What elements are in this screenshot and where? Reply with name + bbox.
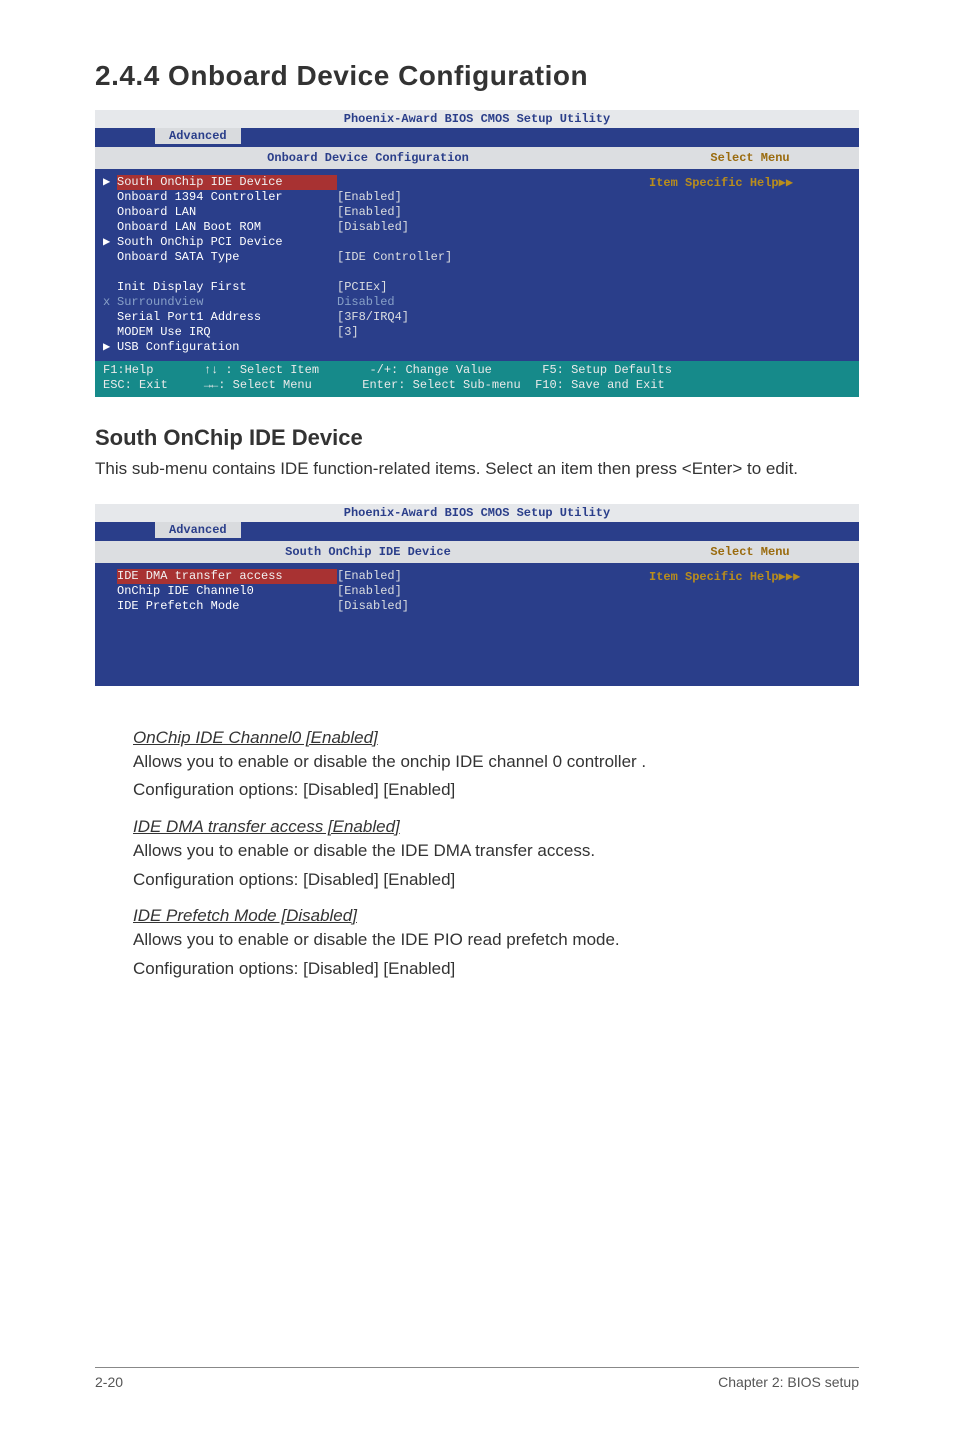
bios-item-value: [Enabled] [337,205,402,220]
bios-item-value: [Enabled] [337,584,402,599]
bios-menu-item[interactable]: MODEM Use IRQ[3] [103,325,641,340]
bios-left-body: ▶South OnChip IDE Device Onboard 1394 Co… [95,169,641,361]
bios-menu-item[interactable]: IDE DMA transfer access[Enabled] [103,569,641,584]
bios-item-value: [Enabled] [337,569,402,584]
bios-item-value: [3F8/IRQ4] [337,310,409,325]
bios-menu-item[interactable] [103,265,641,280]
bios-help-label-2: Item Specific Help [649,570,779,584]
bios-item-value: [Disabled] [337,220,409,235]
bios-mark-icon [103,325,117,340]
bios-item-label: Surroundview [117,295,337,310]
item-ide-prefetch-desc: Allows you to enable or disable the IDE … [133,928,859,953]
bios-item-value: [3] [337,325,359,340]
section-title: 2.4.4 Onboard Device Configuration [95,60,859,92]
config-items-block: OnChip IDE Channel0 [Enabled] Allows you… [133,728,859,982]
bios-mark-icon [103,250,117,265]
bios-tab-advanced-2[interactable]: Advanced [155,522,241,538]
bios-left-header: Onboard Device Configuration [95,147,641,169]
page-number: 2-20 [95,1374,123,1390]
bios-menu-item[interactable]: Onboard 1394 Controller[Enabled] [103,190,641,205]
bios-mark-icon: ▶ [103,175,117,190]
bios-right-header: Select Menu [641,147,859,169]
bios-mark-icon [103,220,117,235]
bios-panel-south-onchip: Phoenix-Award BIOS CMOS Setup Utility Ad… [95,504,859,686]
bios-panel-onboard-device: Phoenix-Award BIOS CMOS Setup Utility Ad… [95,110,859,397]
bios-item-label: USB Configuration [117,340,337,355]
bios-right-header-2: Select Menu [641,541,859,563]
bios-menu-item[interactable]: ▶South OnChip PCI Device [103,235,641,250]
bios-footer-line1: F1:Help ↑↓ : Select Item -/+: Change Val… [103,363,672,377]
item-ide-prefetch-opts: Configuration options: [Disabled] [Enabl… [133,957,859,982]
bios-item-label: South OnChip IDE Device [117,175,337,190]
bios-menu-item[interactable]: Onboard SATA Type[IDE Controller] [103,250,641,265]
bios-tabbar-2: Advanced [95,522,859,540]
bios-item-label: OnChip IDE Channel0 [117,584,337,599]
bios-item-label: MODEM Use IRQ [117,325,337,340]
bios-menu-item[interactable]: OnChip IDE Channel0[Enabled] [103,584,641,599]
item-ide-dma-desc: Allows you to enable or disable the IDE … [133,839,859,864]
bios-menu-item[interactable]: Onboard LAN[Enabled] [103,205,641,220]
item-onchip-channel0-desc: Allows you to enable or disable the onch… [133,750,859,775]
bios-menu-item[interactable]: Onboard LAN Boot ROM[Disabled] [103,220,641,235]
bios-menu-item[interactable]: IDE Prefetch Mode[Disabled] [103,599,641,614]
bios-title-2: Phoenix-Award BIOS CMOS Setup Utility [95,504,859,522]
bios-tabbar: Advanced [95,128,859,146]
bios-item-label: Init Display First [117,280,337,295]
bios-mark-icon: ▶ [103,235,117,250]
bios-item-value: [IDE Controller] [337,250,452,265]
bios-mark-icon [103,205,117,220]
south-onchip-desc: This sub-menu contains IDE function-rela… [95,457,859,482]
bios-item-label: IDE DMA transfer access [117,569,337,584]
bios-item-label: South OnChip PCI Device [117,235,337,250]
bios-left-body-2: IDE DMA transfer access[Enabled] OnChip … [95,563,641,683]
bios-tab-advanced[interactable]: Advanced [155,128,241,144]
item-onchip-channel0-title: OnChip IDE Channel0 [Enabled] [133,728,859,748]
bios-item-value: Disabled [337,295,395,310]
bios-item-value: [Enabled] [337,190,402,205]
page-footer: 2-20 Chapter 2: BIOS setup [95,1367,859,1390]
item-onchip-channel0-opts: Configuration options: [Disabled] [Enabl… [133,778,859,803]
bios-menu-item[interactable]: ▶USB Configuration [103,340,641,355]
bios-mark-icon [103,584,117,599]
bios-item-value: [PCIEx] [337,280,387,295]
bios-help-text-2: Item Specific Help▶▶▶ [641,563,859,590]
bios-footer: F1:Help ↑↓ : Select Item -/+: Change Val… [95,361,859,397]
bios-menu-item[interactable]: Init Display First[PCIEx] [103,280,641,295]
bios-item-label: Onboard 1394 Controller [117,190,337,205]
bios-item-label: Serial Port1 Address [117,310,337,325]
bios-footer-line2: ESC: Exit →←: Select Menu Enter: Select … [103,378,665,392]
item-ide-dma-opts: Configuration options: [Disabled] [Enabl… [133,868,859,893]
bios-item-label: IDE Prefetch Mode [117,599,337,614]
bios-mark-icon: x [103,295,117,310]
bios-mark-icon [103,280,117,295]
bios-help-label: Item Specific Help [649,176,779,190]
bios-item-label: Onboard LAN [117,205,337,220]
bios-left-header-2: South OnChip IDE Device [95,541,641,563]
bios-menu-item[interactable]: xSurroundviewDisabled [103,295,641,310]
south-onchip-title: South OnChip IDE Device [95,425,859,451]
bios-help-text: Item Specific Help▶▶ [641,169,859,196]
bios-mark-icon [103,599,117,614]
bios-mark-icon [103,265,117,280]
item-ide-dma-title: IDE DMA transfer access [Enabled] [133,817,859,837]
bios-mark-icon: ▶ [103,340,117,355]
bios-menu-item[interactable]: Serial Port1 Address[3F8/IRQ4] [103,310,641,325]
bios-item-value: [Disabled] [337,599,409,614]
bios-mark-icon [103,569,117,584]
bios-item-label: Onboard SATA Type [117,250,337,265]
help-arrow-icon-2: ▶▶▶ [779,570,801,584]
bios-mark-icon [103,310,117,325]
bios-menu-item[interactable]: ▶South OnChip IDE Device [103,175,641,190]
item-ide-prefetch-title: IDE Prefetch Mode [Disabled] [133,906,859,926]
bios-mark-icon [103,190,117,205]
bios-title: Phoenix-Award BIOS CMOS Setup Utility [95,110,859,128]
bios-item-label: Onboard LAN Boot ROM [117,220,337,235]
help-arrow-icon: ▶▶ [779,176,793,190]
chapter-label: Chapter 2: BIOS setup [718,1374,859,1390]
